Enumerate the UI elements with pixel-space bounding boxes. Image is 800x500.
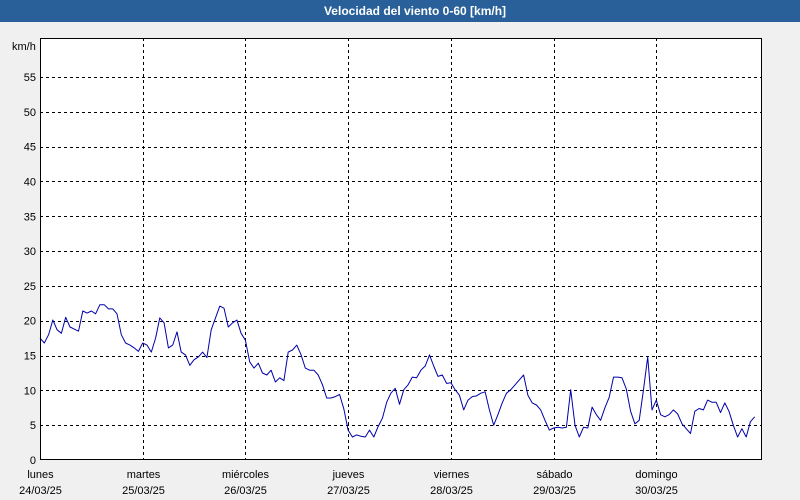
x-tick-date-label-26-03-25: 26/03/25 bbox=[224, 485, 267, 497]
x-tick-day-label-25-03-25: martes bbox=[127, 469, 161, 481]
y-axis-unit-label: km/h bbox=[12, 41, 36, 53]
y-tick-label-55: 55 bbox=[24, 72, 36, 84]
x-tick-day-label-29-03-25: sábado bbox=[536, 469, 572, 481]
x-tick-date-label-28-03-25: 28/03/25 bbox=[430, 485, 473, 497]
y-tick-label-0: 0 bbox=[30, 455, 36, 467]
y-tick-label-15: 15 bbox=[24, 351, 36, 363]
chart-window: Velocidad del viento 0-60 [km/h] km/h 0 5… bbox=[0, 0, 800, 500]
x-tick-date-label-25-03-25: 25/03/25 bbox=[122, 485, 165, 497]
x-tick-day-label-27-03-25: jueves bbox=[332, 469, 365, 481]
y-tick-label-30: 30 bbox=[24, 246, 36, 258]
x-tick-date-label-29-03-25: 29/03/25 bbox=[533, 485, 576, 497]
y-tick-label-5: 5 bbox=[30, 420, 36, 432]
x-tick-day-label-28-03-25: viernes bbox=[434, 469, 470, 481]
x-tick-day-label-30-03-25: domingo bbox=[635, 469, 677, 481]
x-tick-day-label-24-03-25: lunes bbox=[27, 469, 54, 481]
title-bar: Velocidad del viento 0-60 [km/h] bbox=[0, 0, 800, 22]
y-tick-label-25: 25 bbox=[24, 281, 36, 293]
x-tick-date-label-30-03-25: 30/03/25 bbox=[635, 485, 678, 497]
y-tick-label-35: 35 bbox=[24, 211, 36, 223]
x-tick-date-label-24-03-25: 24/03/25 bbox=[19, 485, 62, 497]
y-tick-label-45: 45 bbox=[24, 142, 36, 154]
y-tick-label-50: 50 bbox=[24, 107, 36, 119]
wind-speed-chart: km/h 0 5 10 15 20 25 30 35 40 45 50 55 lunes 24/03/25… bbox=[12, 38, 762, 497]
chart-title: Velocidad del viento 0-60 [km/h] bbox=[323, 4, 507, 18]
plot-area bbox=[40, 38, 762, 460]
x-tick-day-label-26-03-25: miércoles bbox=[222, 469, 270, 481]
y-tick-label-20: 20 bbox=[24, 316, 36, 328]
x-tick-date-label-27-03-25: 27/03/25 bbox=[327, 485, 370, 497]
y-tick-label-40: 40 bbox=[24, 177, 36, 189]
y-tick-label-10: 10 bbox=[24, 385, 36, 397]
